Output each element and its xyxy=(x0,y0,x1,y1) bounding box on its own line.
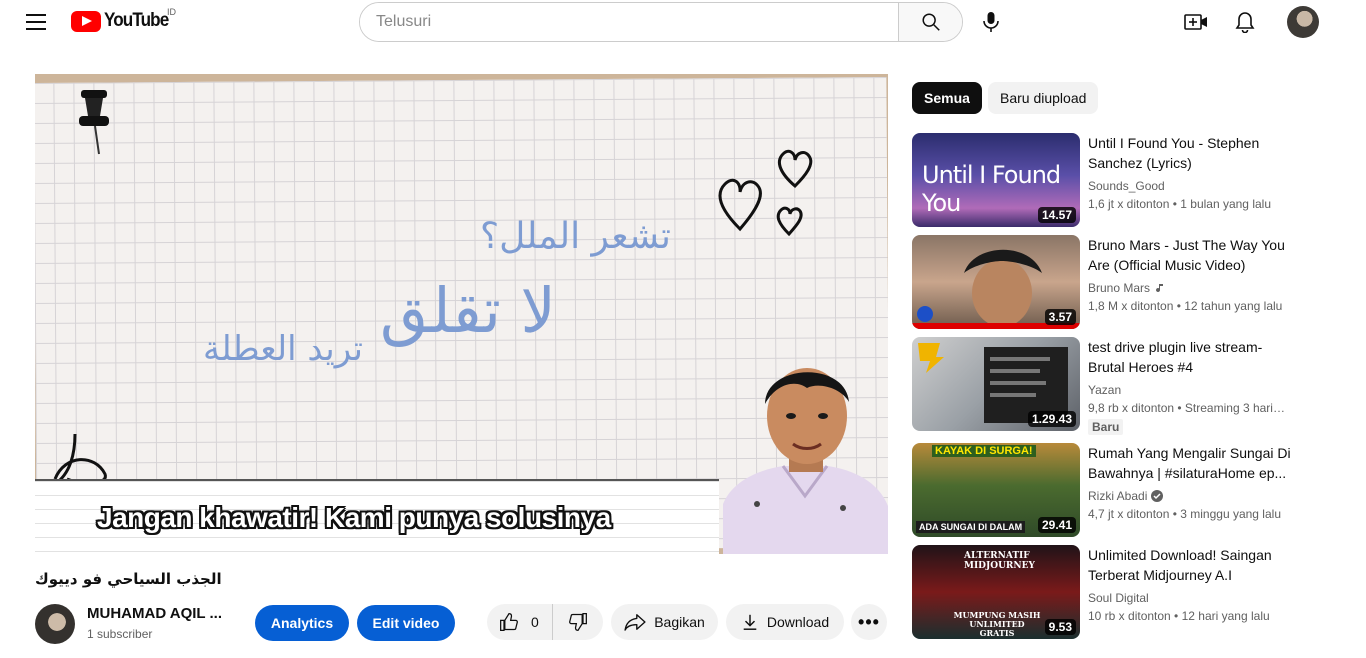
channel-avatar[interactable] xyxy=(35,604,75,644)
video-thumbnail[interactable]: 1.29.43 xyxy=(912,337,1080,431)
logo-text: YouTube xyxy=(104,10,169,31)
share-button[interactable]: Bagikan xyxy=(611,604,718,640)
share-label: Bagikan xyxy=(654,614,705,630)
more-actions-button[interactable]: ••• xyxy=(851,604,887,640)
recommendation-item[interactable]: ALTERNATIF MIDJOURNEY MUMPUNG MASIH UNLI… xyxy=(912,545,1332,639)
thumbnail-text: KAYAK DI SURGA! xyxy=(932,445,1036,457)
top-bar: YouTube ID xyxy=(0,0,1366,44)
thumbnail-subtext: ADA SUNGAI DI DALAM xyxy=(916,521,1026,533)
video-duration: 14.57 xyxy=(1037,207,1076,223)
recommendation-item[interactable]: KAYAK DI SURGA! ADA SUNGAI DI DALAM 29.4… xyxy=(912,443,1332,537)
overlay-text-holiday: تريد العطلة xyxy=(203,329,363,369)
video-add-icon xyxy=(1184,14,1207,30)
thumbnail-text: ALTERNATIF MIDJOURNEY xyxy=(964,551,1035,571)
video-duration: 1.29.43 xyxy=(1027,411,1076,427)
video-caption: Jangan khawatir! Kami punya solusinya xyxy=(97,502,611,533)
notifications-button[interactable] xyxy=(1231,8,1259,36)
channel-name[interactable]: Rizki Abadi xyxy=(1088,489,1164,503)
channel-name[interactable]: Bruno Mars xyxy=(1088,281,1164,295)
hearts-doodle xyxy=(718,149,813,237)
video-title[interactable]: Rumah Yang Mengalir Sungai Di Bawahnya |… xyxy=(1088,443,1294,483)
menu-icon[interactable] xyxy=(24,10,48,34)
video-title[interactable]: test drive plugin live stream- Brutal He… xyxy=(1088,337,1294,377)
channel-name[interactable]: Yazan xyxy=(1088,383,1121,397)
search-bar xyxy=(359,2,963,42)
recommendation-item[interactable]: 3.57 Bruno Mars - Just The Way You Are (… xyxy=(912,235,1332,329)
video-meta: 4,7 jt x ditonton • 3 minggu yang lalu xyxy=(1088,507,1281,521)
chip-all[interactable]: Semua xyxy=(912,82,982,114)
like-button[interactable]: 0 xyxy=(487,604,553,640)
dislike-button[interactable] xyxy=(553,612,603,632)
video-meta: 1,6 jt x ditonton • 1 bulan yang lalu xyxy=(1088,197,1271,211)
video-duration: 9.53 xyxy=(1044,619,1076,635)
subscriber-count: 1 subscriber xyxy=(87,627,153,641)
youtube-logo[interactable]: YouTube ID xyxy=(71,7,176,32)
video-player[interactable]: تشعر الملل؟ لا تقلق تريد العطلة Jangan k… xyxy=(35,74,888,554)
download-label: Download xyxy=(766,614,830,630)
create-button[interactable] xyxy=(1182,8,1210,36)
youtube-play-icon xyxy=(71,10,101,32)
overlay-text-main: لا تقلق xyxy=(380,274,556,347)
video-thumbnail[interactable]: ALTERNATIF MIDJOURNEY MUMPUNG MASIH UNLI… xyxy=(912,545,1080,639)
voice-search-button[interactable] xyxy=(976,7,1006,37)
video-title[interactable]: Until I Found You - Stephen Sanchez (Lyr… xyxy=(1088,133,1294,173)
video-thumbnail[interactable]: 3.57 xyxy=(912,235,1080,329)
video-meta: 9,8 rb x ditonton • Streaming 3 hari yan… xyxy=(1088,401,1288,415)
search-input[interactable] xyxy=(360,3,898,41)
download-button[interactable]: Download xyxy=(726,604,844,640)
search-icon xyxy=(921,13,940,31)
thumbs-down-icon xyxy=(569,613,587,631)
share-icon xyxy=(624,613,646,631)
recommendation-item[interactable]: Until I Found You 14.57 Until I Found Yo… xyxy=(912,133,1332,227)
video-title: الجذب السياحي فو دييوك xyxy=(35,570,222,588)
account-avatar[interactable] xyxy=(1287,6,1319,38)
channel-name[interactable]: Soul Digital xyxy=(1088,591,1149,605)
like-dislike-group: 0 xyxy=(487,604,603,640)
thumbs-up-icon xyxy=(500,613,518,631)
microphone-icon xyxy=(983,12,999,32)
new-badge: Baru xyxy=(1088,419,1124,435)
pushpin-icon xyxy=(79,90,109,155)
channel-name[interactable]: MUHAMAD AQIL ... xyxy=(87,605,227,622)
bell-icon xyxy=(1235,12,1255,33)
analytics-button[interactable]: Analytics xyxy=(255,605,349,641)
country-code: ID xyxy=(167,7,176,17)
video-duration: 3.57 xyxy=(1044,309,1076,325)
video-thumbnail[interactable]: KAYAK DI SURGA! ADA SUNGAI DI DALAM 29.4… xyxy=(912,443,1080,537)
video-title[interactable]: Unlimited Download! Saingan Terberat Mid… xyxy=(1088,545,1294,585)
download-icon xyxy=(741,613,759,631)
search-button[interactable] xyxy=(898,3,962,41)
video-meta: 10 rb x ditonton • 12 hari yang lalu xyxy=(1088,609,1270,623)
music-note-icon xyxy=(1156,284,1164,293)
overlay-text-question: تشعر الملل؟ xyxy=(480,216,671,257)
chip-recently-uploaded[interactable]: Baru diupload xyxy=(988,82,1099,114)
video-duration: 29.41 xyxy=(1037,517,1076,533)
video-meta: 1,8 M x ditonton • 12 tahun yang lalu xyxy=(1088,299,1283,313)
video-title[interactable]: Bruno Mars - Just The Way You Are (Offic… xyxy=(1088,235,1294,275)
recommendation-item[interactable]: 1.29.43 test drive plugin live stream- B… xyxy=(912,337,1332,435)
edit-video-button[interactable]: Edit video xyxy=(357,605,455,641)
thumbnail-subtext: MUMPUNG MASIH UNLIMITED GRATIS xyxy=(953,610,1041,638)
video-thumbnail[interactable]: Until I Found You 14.57 xyxy=(912,133,1080,227)
verified-icon xyxy=(1151,490,1164,502)
channel-name[interactable]: Sounds_Good xyxy=(1088,179,1165,193)
like-count: 0 xyxy=(531,614,539,630)
presenter-image xyxy=(723,368,888,554)
